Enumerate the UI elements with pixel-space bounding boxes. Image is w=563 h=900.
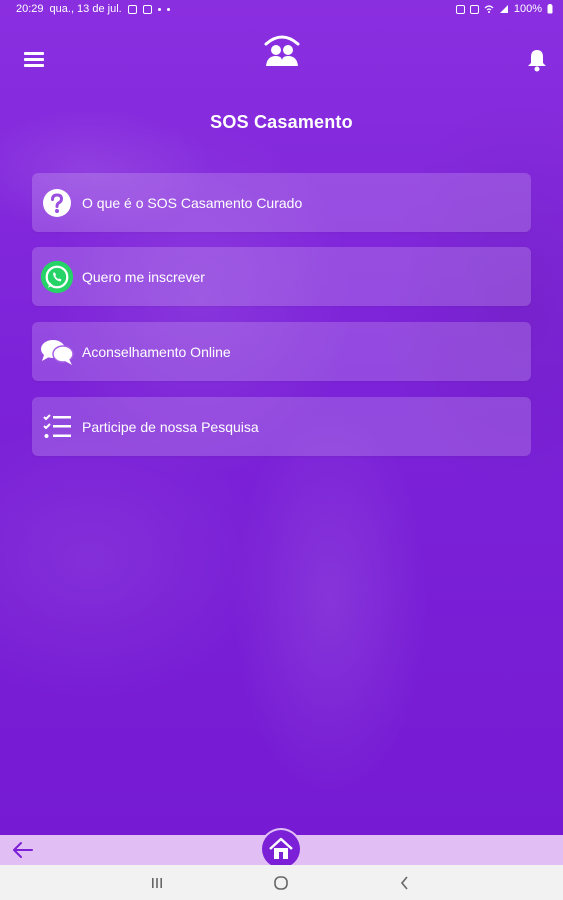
app-bar (0, 18, 563, 98)
battery-saver-icon (455, 4, 465, 14)
logo-icon (264, 35, 300, 66)
menu-item-label: O que é o SOS Casamento Curado (82, 194, 303, 211)
back-chevron-icon[interactable] (396, 874, 414, 892)
home-button[interactable] (262, 830, 300, 868)
menu-item-label: Aconselhamento Online (82, 343, 231, 360)
status-time: 20:29 (16, 3, 44, 15)
home-icon (269, 837, 293, 859)
system-navigation-bar (0, 865, 563, 900)
status-left: 20:29 qua., 13 de jul. (16, 0, 170, 18)
status-bar: 20:29 qua., 13 de jul. 100% (0, 0, 563, 18)
vibrate-icon (469, 4, 479, 14)
arrow-left-icon[interactable] (12, 841, 34, 859)
image-icon (142, 4, 152, 14)
notification-dot-icon (166, 7, 170, 11)
signal-icon (499, 5, 508, 13)
menu-item-online-counseling[interactable]: Aconselhamento Online (32, 322, 531, 381)
shield-icon (127, 4, 137, 14)
menu-item-label: Participe de nossa Pesquisa (82, 418, 259, 435)
menu-item-about[interactable]: O que é o SOS Casamento Curado (32, 173, 531, 232)
menu-item-subscribe[interactable]: Quero me inscrever (32, 247, 531, 306)
notification-dot-icon (157, 7, 161, 11)
status-date: qua., 13 de jul. (49, 3, 122, 15)
checklist-icon (40, 410, 74, 444)
battery-level: 100% (513, 3, 542, 15)
wifi-icon (484, 5, 494, 13)
status-right: 100% (455, 0, 553, 18)
home-circle-icon[interactable] (272, 874, 290, 892)
hamburger-menu-icon[interactable] (24, 52, 44, 70)
chat-bubbles-icon (40, 335, 74, 369)
whatsapp-icon (40, 260, 74, 294)
recent-apps-icon[interactable] (148, 874, 166, 892)
battery-icon (547, 4, 553, 14)
menu-item-label: Quero me inscrever (82, 268, 205, 285)
bell-icon[interactable] (526, 48, 548, 72)
question-circle-icon (40, 186, 74, 220)
menu-item-survey[interactable]: Participe de nossa Pesquisa (32, 397, 531, 456)
page-title: SOS Casamento (210, 112, 353, 132)
